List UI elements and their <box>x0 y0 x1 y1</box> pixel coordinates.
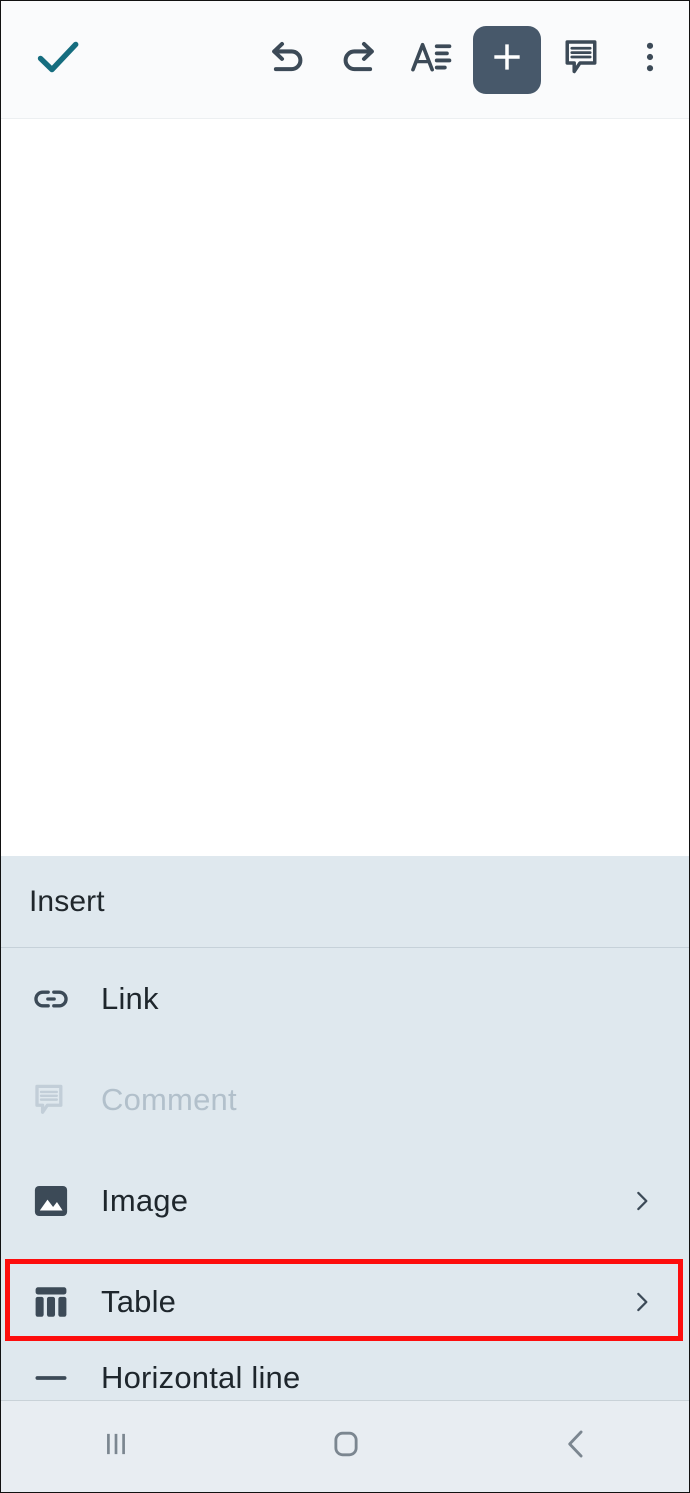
more-options-button[interactable] <box>619 24 681 96</box>
phone-screen: Insert Link Comment Image Table Horizont… <box>0 0 690 1493</box>
redo-icon <box>336 34 382 85</box>
editor-toolbar <box>1 1 689 119</box>
done-button[interactable] <box>13 24 103 96</box>
home-button[interactable] <box>231 1401 461 1492</box>
home-icon <box>327 1425 365 1468</box>
android-navigation-bar <box>1 1400 689 1492</box>
chevron-right-icon <box>629 1188 655 1214</box>
back-button[interactable] <box>461 1401 689 1492</box>
text-format-icon <box>408 34 454 85</box>
more-vertical-icon <box>630 37 670 82</box>
recents-button[interactable] <box>1 1401 231 1492</box>
redo-button[interactable] <box>323 24 395 96</box>
recents-icon <box>97 1425 135 1468</box>
horizontal-line-icon <box>1 1357 101 1399</box>
undo-button[interactable] <box>251 24 323 96</box>
comment-button[interactable] <box>547 24 619 96</box>
table-icon <box>1 1281 101 1323</box>
menu-item-label: Image <box>101 1182 189 1218</box>
menu-item-label: Link <box>101 980 159 1016</box>
image-icon <box>1 1180 101 1222</box>
chevron-right-icon <box>629 1289 655 1315</box>
menu-item-table[interactable]: Table <box>1 1251 689 1352</box>
document-canvas[interactable] <box>1 119 689 857</box>
check-icon <box>30 29 86 90</box>
comment-icon <box>1 1079 101 1121</box>
menu-item-link[interactable]: Link <box>1 948 689 1049</box>
menu-item-comment: Comment <box>1 1049 689 1150</box>
menu-item-image[interactable]: Image <box>1 1150 689 1251</box>
insert-sheet: Insert Link Comment Image Table Horizont… <box>1 856 689 1492</box>
link-icon <box>1 978 101 1020</box>
insert-button[interactable] <box>473 25 541 94</box>
menu-item-label: Comment <box>101 1081 237 1117</box>
back-icon <box>557 1425 595 1468</box>
menu-item-label: Table <box>101 1283 177 1319</box>
sheet-title: Insert <box>1 856 689 948</box>
comment-icon <box>561 35 605 84</box>
menu-item-label: Horizontal line <box>101 1360 301 1395</box>
undo-icon <box>264 34 310 85</box>
text-format-button[interactable] <box>395 24 467 96</box>
plus-icon <box>487 37 527 82</box>
